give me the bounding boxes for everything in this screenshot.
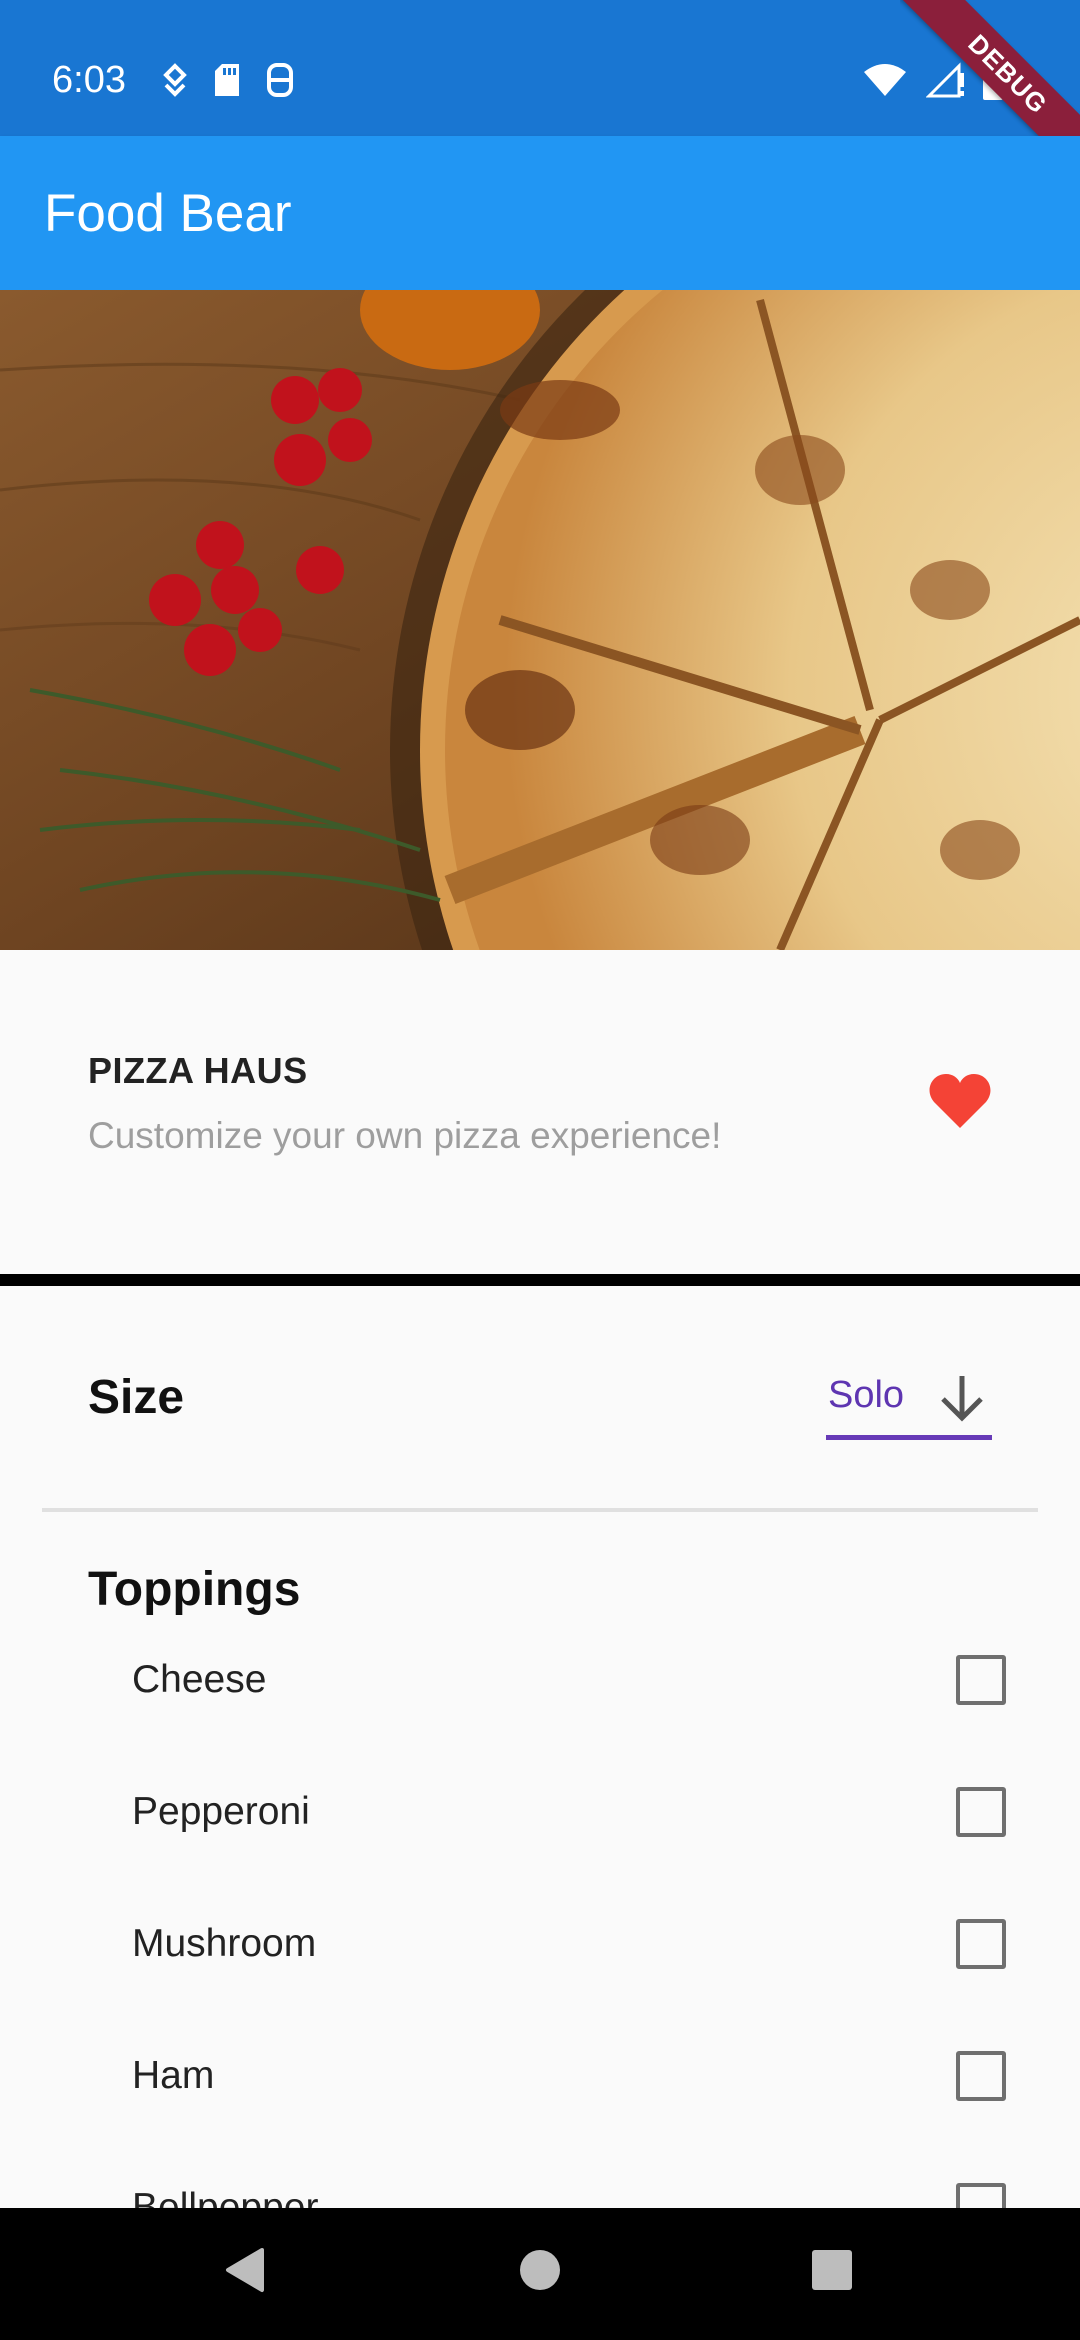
- size-dropdown[interactable]: Solo: [826, 1364, 992, 1440]
- app-notification-icon: [267, 63, 293, 97]
- topping-name: Ham: [132, 2054, 215, 2097]
- back-icon[interactable]: [222, 2240, 266, 2300]
- status-time: 6:03: [52, 59, 126, 101]
- checkbox[interactable]: [956, 1655, 1006, 1705]
- favorite-heart-icon[interactable]: [928, 1072, 992, 1130]
- recents-icon[interactable]: [810, 2240, 854, 2300]
- checkbox[interactable]: [956, 2051, 1006, 2101]
- topping-row-mushroom[interactable]: Mushroom: [0, 1902, 1080, 1992]
- restaurant-info: PIZZA HAUS Customize your own pizza expe…: [0, 950, 1080, 1274]
- sd-card-icon: [215, 64, 239, 96]
- topping-row-cheese[interactable]: Cheese: [0, 1638, 1080, 1728]
- checkbox[interactable]: [956, 1919, 1006, 1969]
- status-left-icons: [162, 62, 294, 98]
- topping-name: Pepperoni: [132, 1790, 310, 1833]
- arrow-down-icon: [941, 1376, 983, 1422]
- section-divider: [0, 1274, 1080, 1286]
- status-bar: 6:03: [0, 0, 1080, 136]
- restaurant-name: PIZZA HAUS: [88, 1050, 308, 1091]
- pizza-photo: [0, 290, 1080, 950]
- status-right-icons: [862, 60, 1004, 100]
- topping-row-ham[interactable]: Ham: [0, 2034, 1080, 2124]
- size-divider: [42, 1508, 1038, 1512]
- wifi-icon: [864, 64, 906, 96]
- checkbox[interactable]: [956, 1787, 1006, 1837]
- size-label: Size: [88, 1371, 185, 1424]
- topping-row-pepperoni[interactable]: Pepperoni: [0, 1770, 1080, 1860]
- topping-name: Mushroom: [132, 1922, 317, 1965]
- hero-image: [0, 290, 1080, 950]
- topping-name: Cheese: [132, 1658, 267, 1701]
- app-title: Food Bear: [44, 184, 292, 243]
- system-nav-bar: [0, 2208, 1080, 2340]
- home-icon[interactable]: [518, 2240, 562, 2300]
- signal-icon: [926, 62, 964, 98]
- restaurant-tagline: Customize your own pizza experience!: [88, 1115, 722, 1156]
- battery-icon: [983, 60, 1003, 100]
- size-selected-value: Solo: [828, 1374, 905, 1416]
- location-icon: [163, 63, 187, 97]
- app-bar: Food Bear: [0, 136, 1080, 290]
- toppings-label: Toppings: [88, 1563, 301, 1616]
